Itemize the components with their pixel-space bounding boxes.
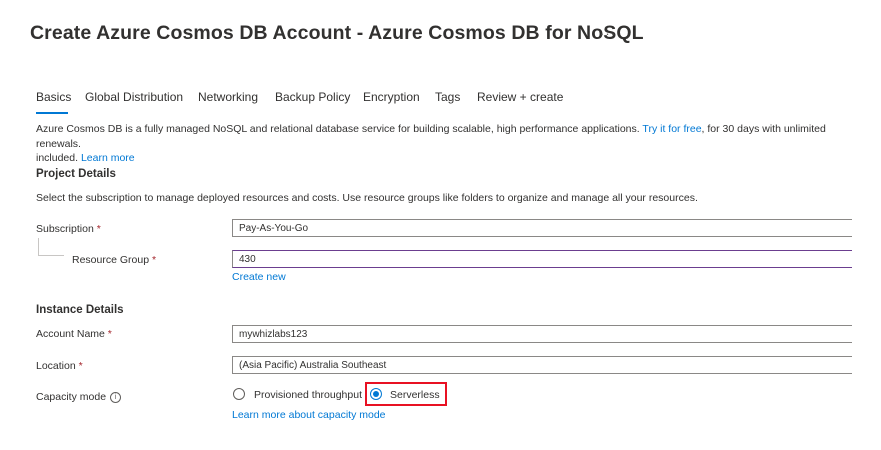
resource-group-label: Resource Group * bbox=[72, 254, 156, 266]
more-options-icon[interactable]: ··· bbox=[600, 26, 616, 41]
required-marker: * bbox=[78, 360, 83, 372]
resource-group-label-text: Resource Group bbox=[72, 254, 150, 266]
required-marker: * bbox=[96, 223, 101, 235]
capacity-mode-label-text: Capacity mode bbox=[36, 391, 107, 403]
capacity-mode-label: Capacity mode bbox=[36, 391, 106, 403]
provisioned-throughput-radio[interactable] bbox=[233, 388, 245, 400]
intro-text-part3: included. bbox=[36, 152, 81, 164]
tab-basics[interactable]: Basics bbox=[36, 90, 71, 104]
project-details-description: Select the subscription to manage deploy… bbox=[36, 192, 698, 204]
tab-encryption[interactable]: Encryption bbox=[363, 90, 420, 104]
provisioned-throughput-label[interactable]: Provisioned throughput bbox=[254, 389, 362, 401]
tab-backup-policy[interactable]: Backup Policy bbox=[275, 90, 350, 104]
tab-bar: Basics Global Distribution Networking Ba… bbox=[36, 90, 596, 116]
account-name-label-text: Account Name bbox=[36, 328, 105, 340]
serverless-highlight-box bbox=[365, 382, 447, 406]
tab-global-distribution[interactable]: Global Distribution bbox=[85, 90, 183, 104]
account-name-label: Account Name * bbox=[36, 328, 112, 340]
project-details-title: Project Details bbox=[36, 168, 116, 180]
try-free-link[interactable]: Try it for free bbox=[642, 123, 701, 135]
tab-tags[interactable]: Tags bbox=[435, 90, 460, 104]
location-label-text: Location bbox=[36, 360, 76, 372]
intro-text: Azure Cosmos DB is a fully managed NoSQL… bbox=[36, 122, 856, 166]
learn-more-link[interactable]: Learn more bbox=[81, 152, 135, 164]
tab-review-create[interactable]: Review + create bbox=[477, 90, 563, 104]
instance-details-title: Instance Details bbox=[36, 304, 124, 316]
location-label: Location * bbox=[36, 360, 83, 372]
intro-text-part1: Azure Cosmos DB is a fully managed NoSQL… bbox=[36, 123, 643, 135]
subscription-label: Subscription * bbox=[36, 223, 101, 235]
page-title: Create Azure Cosmos DB Account - Azure C… bbox=[30, 22, 644, 44]
info-icon[interactable]: i bbox=[110, 392, 121, 403]
tree-connector-vertical bbox=[38, 238, 39, 255]
resource-group-dropdown[interactable]: 430 bbox=[232, 250, 852, 268]
subscription-label-text: Subscription bbox=[36, 223, 94, 235]
create-new-link[interactable]: Create new bbox=[232, 271, 286, 283]
subscription-dropdown[interactable]: Pay-As-You-Go bbox=[232, 219, 852, 237]
active-tab-indicator bbox=[36, 112, 68, 114]
required-marker: * bbox=[107, 328, 112, 340]
learn-capacity-mode-link[interactable]: Learn more about capacity mode bbox=[232, 409, 386, 421]
location-dropdown[interactable]: (Asia Pacific) Australia Southeast bbox=[232, 356, 852, 374]
tree-connector-horizontal bbox=[38, 255, 64, 256]
required-marker: * bbox=[151, 254, 157, 266]
tab-networking[interactable]: Networking bbox=[198, 90, 258, 104]
account-name-input[interactable]: mywhizlabs123 bbox=[232, 325, 852, 343]
